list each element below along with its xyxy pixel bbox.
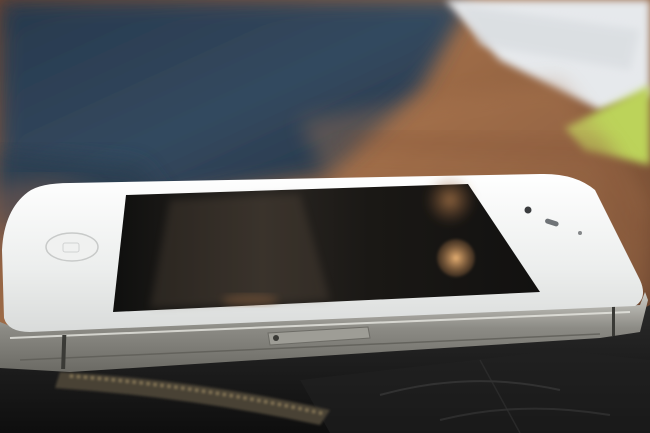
screen-bokeh-reflection: [424, 174, 476, 226]
antenna-gap-right: [612, 306, 615, 336]
home-button: [45, 232, 99, 262]
front-camera-icon: [524, 206, 532, 214]
photo-scene: [0, 0, 650, 433]
photo-illustration: [0, 0, 650, 433]
sim-eject-hole: [273, 335, 279, 341]
proximity-sensor: [578, 231, 582, 235]
screen-bokeh-highlight: [437, 239, 475, 277]
